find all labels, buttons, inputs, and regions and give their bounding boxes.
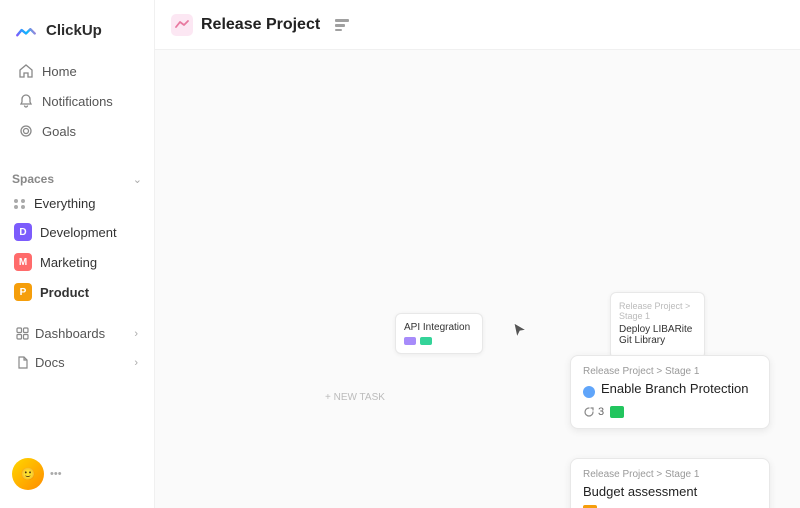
logo: ClickUp bbox=[0, 10, 154, 56]
ghost-card-deploy-breadcrumb: Release Project > Stage 1 bbox=[619, 301, 696, 321]
dashboards-icon bbox=[16, 327, 29, 340]
sidebar-footer: 🙂 ••• bbox=[0, 450, 154, 498]
card-budget-title: Budget assessment bbox=[583, 484, 757, 499]
card-branch-tag bbox=[610, 406, 624, 418]
sidebar: ClickUp Home Notifications Goals Spaces … bbox=[0, 0, 155, 508]
header-action-button[interactable] bbox=[328, 11, 356, 39]
card-branch-status-dot bbox=[583, 386, 595, 398]
docs-icon bbox=[16, 356, 29, 369]
card-branch-count: 3 bbox=[598, 406, 604, 418]
header-btn-icon bbox=[334, 17, 350, 33]
tag-green bbox=[420, 337, 432, 345]
product-badge: P bbox=[14, 283, 32, 301]
logo-text: ClickUp bbox=[46, 22, 102, 39]
refresh-icon bbox=[583, 406, 595, 418]
spaces-label: Spaces bbox=[12, 172, 54, 186]
sidebar-item-notifications[interactable]: Notifications bbox=[6, 86, 148, 116]
sidebar-item-docs[interactable]: Docs › bbox=[4, 348, 150, 377]
ghost-card-api-title: API Integration bbox=[404, 322, 474, 333]
sidebar-item-everything-label: Everything bbox=[34, 196, 95, 211]
card-budget[interactable]: Release Project > Stage 1 Budget assessm… bbox=[570, 458, 770, 508]
sidebar-item-notifications-label: Notifications bbox=[42, 94, 113, 109]
header-title: Release Project bbox=[201, 16, 320, 34]
sidebar-item-marketing[interactable]: M Marketing bbox=[2, 247, 152, 277]
ghost-card-deploy[interactable]: Release Project > Stage 1 Deploy LIBARit… bbox=[610, 292, 705, 359]
everything-dots-icon bbox=[14, 199, 26, 209]
target-icon bbox=[18, 123, 34, 139]
sidebar-item-product[interactable]: P Product bbox=[2, 277, 152, 307]
add-new-task-1[interactable]: + NEW TASK bbox=[325, 392, 385, 403]
development-badge: D bbox=[14, 223, 32, 241]
docs-chevron-icon: › bbox=[134, 357, 138, 369]
sidebar-item-development[interactable]: D Development bbox=[2, 217, 152, 247]
docs-label: Docs bbox=[35, 355, 65, 370]
card-branch-title: Enable Branch Protection bbox=[601, 381, 748, 396]
dashboards-label: Dashboards bbox=[35, 326, 105, 341]
sidebar-item-goals[interactable]: Goals bbox=[6, 116, 148, 146]
marketing-badge: M bbox=[14, 253, 32, 271]
canvas[interactable]: API Integration Release Project > Stage … bbox=[155, 50, 800, 508]
ghost-card-deploy-title: Deploy LIBARite Git Library bbox=[619, 324, 696, 346]
tag-purple bbox=[404, 337, 416, 345]
card-branch-stat: 3 bbox=[583, 406, 604, 418]
card-branch-breadcrumb: Release Project > Stage 1 bbox=[583, 366, 757, 377]
home-icon bbox=[18, 63, 34, 79]
project-icon bbox=[171, 14, 193, 36]
spaces-chevron-icon[interactable]: ⌄ bbox=[133, 173, 142, 186]
mouse-cursor bbox=[513, 322, 527, 343]
ghost-card-api[interactable]: API Integration bbox=[395, 313, 483, 354]
sidebar-item-home-label: Home bbox=[42, 64, 77, 79]
sidebar-item-goals-label: Goals bbox=[42, 124, 76, 139]
header: Release Project bbox=[155, 0, 800, 50]
sidebar-item-development-label: Development bbox=[40, 225, 117, 240]
sidebar-item-dashboards[interactable]: Dashboards › bbox=[4, 319, 150, 348]
sidebar-item-home[interactable]: Home bbox=[6, 56, 148, 86]
spaces-section-header: Spaces ⌄ bbox=[0, 168, 154, 190]
main-content: Release Project API Integration Release … bbox=[155, 0, 800, 508]
avatar-initials: 🙂 bbox=[21, 467, 36, 481]
bell-icon bbox=[18, 93, 34, 109]
ghost-card-api-tags bbox=[404, 337, 474, 345]
sidebar-item-product-label: Product bbox=[40, 285, 89, 300]
dashboards-chevron-icon: › bbox=[134, 328, 138, 340]
card-budget-breadcrumb: Release Project > Stage 1 bbox=[583, 469, 757, 480]
user-avatar[interactable]: 🙂 bbox=[12, 458, 44, 490]
card-branch-footer: 3 bbox=[583, 406, 757, 418]
clickup-logo-icon bbox=[12, 16, 40, 44]
sidebar-item-everything[interactable]: Everything bbox=[2, 190, 152, 217]
ellipsis-label: ••• bbox=[50, 468, 62, 480]
sidebar-item-marketing-label: Marketing bbox=[40, 255, 97, 270]
card-enable-branch[interactable]: Release Project > Stage 1 Enable Branch … bbox=[570, 355, 770, 429]
